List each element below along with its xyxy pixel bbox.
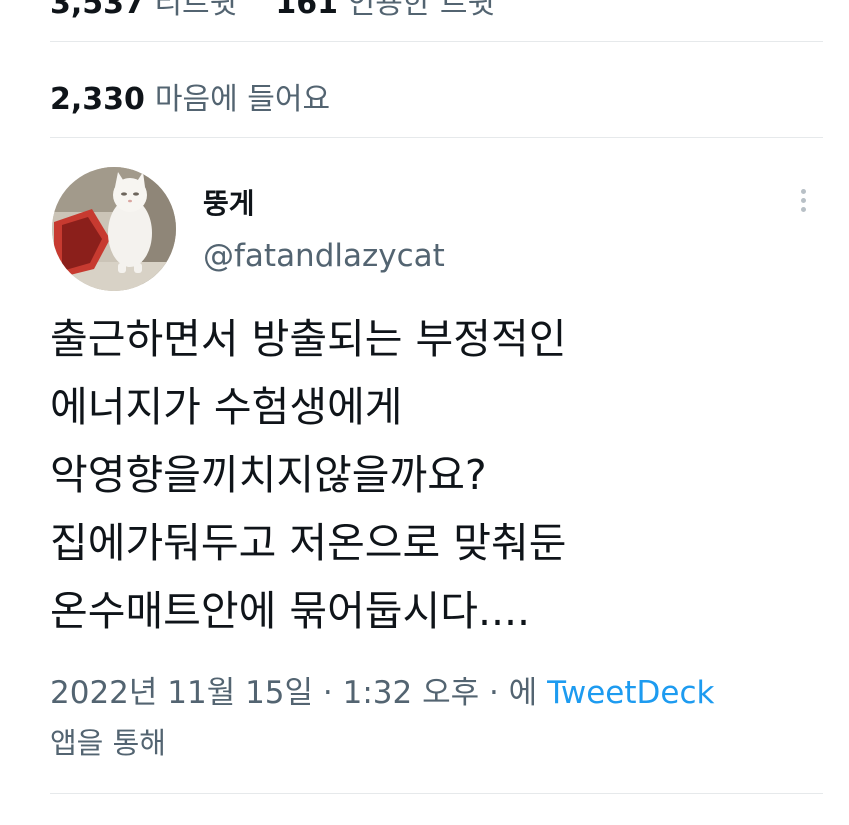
tweet-text-line: 온수매트안에 묶어둡시다.... xyxy=(50,587,531,635)
divider xyxy=(50,137,823,138)
tweet-text-line: 출근하면서 방출되는 부정적인 xyxy=(50,315,567,363)
retweets-count[interactable]: 3,537 xyxy=(50,0,145,21)
cat-avatar-image xyxy=(52,167,176,291)
retweet-stats-row: 3,537 리트윗 161 인용한 트윗 xyxy=(50,0,495,22)
quotes-label[interactable]: 인용한 트윗 xyxy=(348,0,496,21)
retweets-label[interactable]: 리트윗 xyxy=(154,0,237,21)
tweet-source-link[interactable]: TweetDeck xyxy=(547,675,714,711)
divider xyxy=(50,41,823,42)
likes-count: 2,330 xyxy=(50,82,145,117)
tweet-meta: 2022년 11월 15일 · 1:32 오후 · 에 TweetDeck 앱을… xyxy=(50,668,810,768)
author-handle[interactable]: @fatandlazycat xyxy=(203,238,445,274)
tweet-text-line: 에너지가 수험생에게 xyxy=(50,383,403,431)
tweet-timestamp[interactable]: 2022년 11월 15일 · 1:32 오후 · 에 xyxy=(50,675,537,711)
tweet-text: 출근하면서 방출되는 부정적인 에너지가 수험생에게 악영향을끼치지않을까요? … xyxy=(50,305,810,645)
avatar[interactable] xyxy=(52,167,176,291)
more-vertical-icon xyxy=(788,189,818,212)
author-name[interactable]: 뚱게 xyxy=(203,182,255,222)
likes-row[interactable]: 2,330 마음에 들어요 xyxy=(50,74,330,118)
likes-label: 마음에 들어요 xyxy=(154,82,331,117)
tweet-source-suffix: 앱을 통해 xyxy=(50,726,166,760)
quotes-count[interactable]: 161 xyxy=(275,0,338,21)
tweet-text-line: 집에가둬두고 저온으로 맞춰둔 xyxy=(50,519,567,567)
divider xyxy=(50,793,823,794)
more-options-button[interactable] xyxy=(788,186,818,226)
tweet-detail-page: 3,537 리트윗 161 인용한 트윗 2,330 마음에 들어요 뚱게 @f… xyxy=(0,0,849,825)
tweet-text-line: 악영향을끼치지않을까요? xyxy=(50,451,487,499)
